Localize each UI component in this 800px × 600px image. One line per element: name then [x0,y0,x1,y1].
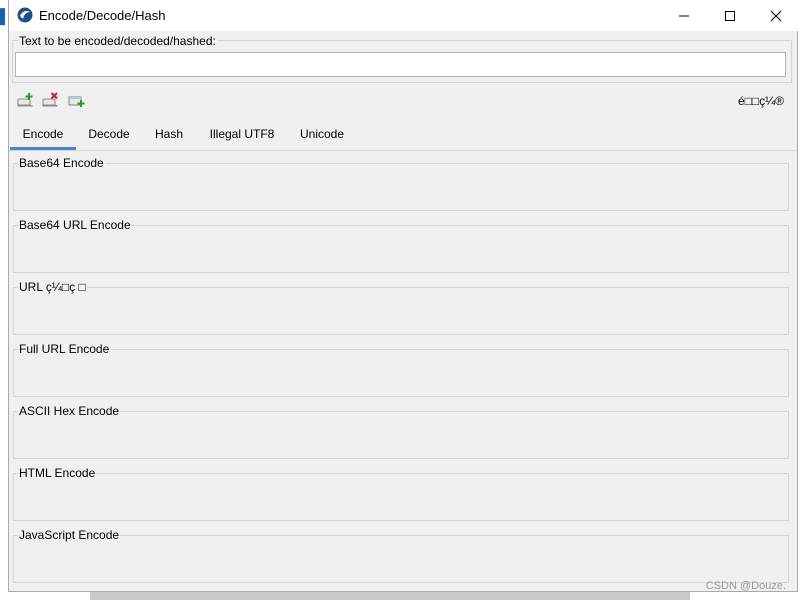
text-to-encode-input[interactable] [15,52,786,77]
remove-tab-icon[interactable] [42,92,60,108]
tab-hash[interactable]: Hash [149,124,189,150]
tab-illegal-utf8[interactable]: Illegal UTF8 [202,124,282,150]
minimize-button[interactable] [661,0,707,31]
close-icon [770,10,782,21]
tab-unicode[interactable]: Unicode [293,124,351,150]
watermark: CSDN @Douze. [705,580,786,592]
maximize-icon [725,10,735,21]
section-label-url-encode: URL ç¼□ç □ [18,280,87,294]
minimize-icon [679,15,689,16]
add-tab-icon[interactable] [17,92,35,108]
tab-encode[interactable]: Encode [10,124,76,150]
window-title: Encode/Decode/Hash [39,8,166,23]
background-window-edge [0,0,8,600]
section-label-html-encode: HTML Encode [18,466,97,480]
section-label-javascript-encode: JavaScript Encode [18,528,121,542]
encode-decode-hash-window: Encode/Decode/Hash Text to be encoded/de… [8,0,799,592]
html-encode-output[interactable] [13,473,789,521]
background-window-fragment: ▌ [0,8,6,24]
add-item-icon[interactable] [68,92,86,108]
section-label-ascii-hex-encode: ASCII Hex Encode [18,404,121,418]
maximize-button[interactable] [707,0,753,31]
section-label-base64-url-encode: Base64 URL Encode [18,218,132,232]
base64-encode-output[interactable] [13,163,789,211]
ascii-hex-encode-output[interactable] [13,411,789,459]
encoding-label: é□□ç¼® [737,94,784,108]
background-window-edge-bottom [90,592,690,600]
close-button[interactable] [753,0,799,31]
section-label-full-url-encode: Full URL Encode [18,342,111,356]
javascript-encode-output[interactable] [13,535,789,583]
url-encode-output[interactable] [13,287,789,335]
section-label-base64-encode: Base64 Encode [18,156,105,170]
app-icon [17,7,33,23]
full-url-encode-output[interactable] [13,349,789,397]
tab-bar-divider [9,150,797,151]
base64-url-encode-output[interactable] [13,225,789,273]
input-label: Text to be encoded/decoded/hashed: [18,34,217,48]
title-bar[interactable]: Encode/Decode/Hash [9,0,799,31]
tab-decode[interactable]: Decode [82,124,136,150]
tab-bar: Encode Decode Hash Illegal UTF8 Unicode [9,124,797,151]
